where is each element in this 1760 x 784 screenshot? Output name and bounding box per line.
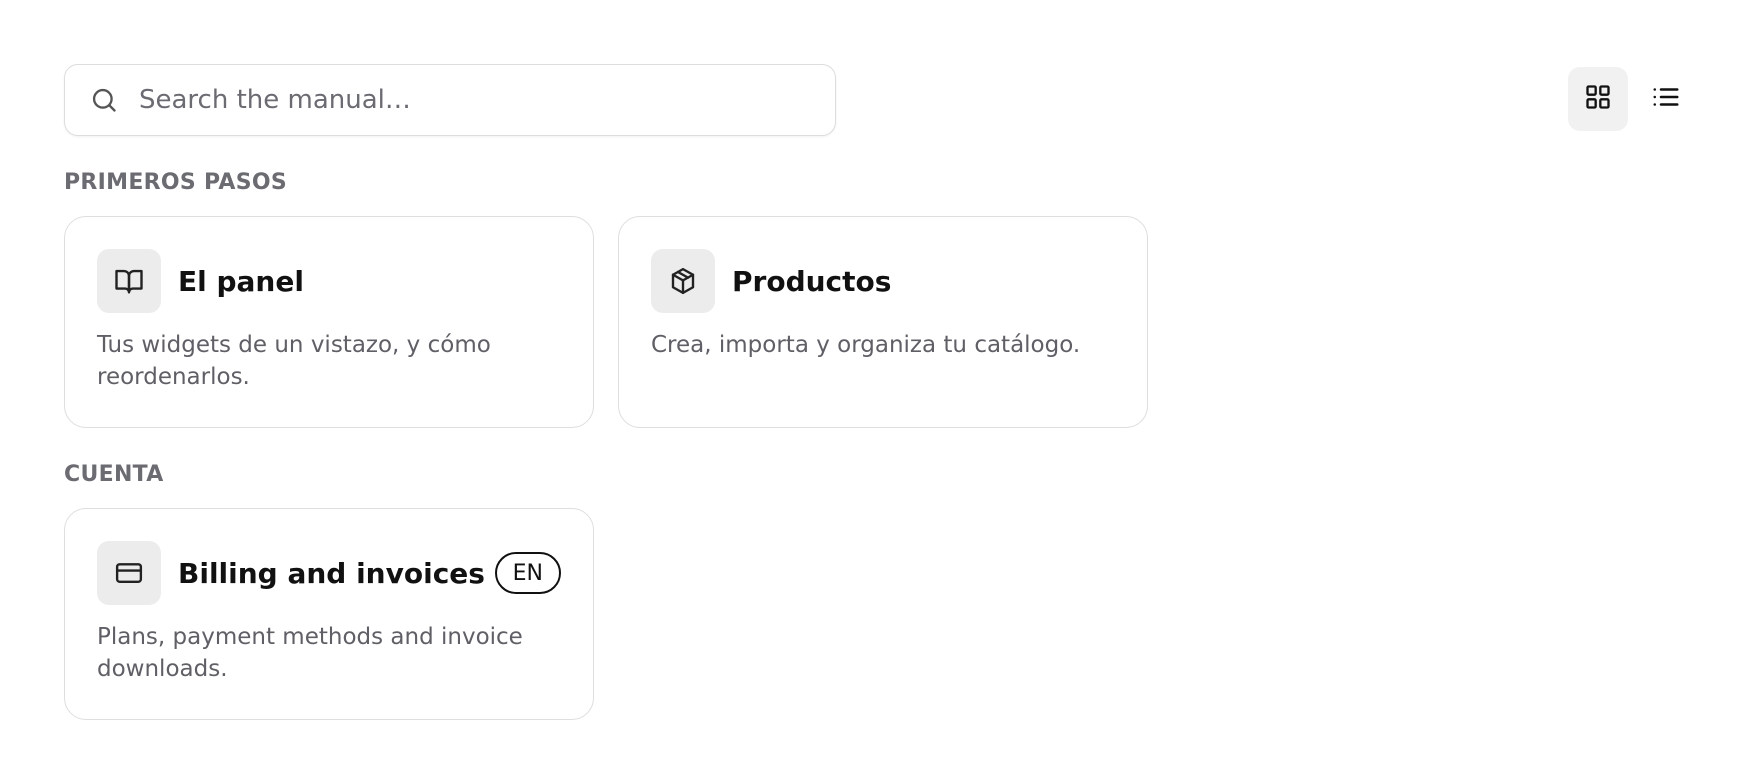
section-title-primeros-pasos: PRIMEROS PASOS bbox=[64, 170, 288, 195]
card-description: Tus widgets de un vistazo, y cómo reorde… bbox=[97, 332, 491, 390]
card-header: El panel bbox=[97, 249, 561, 313]
card-description: Plans, payment methods and invoice downl… bbox=[97, 624, 523, 682]
book-icon bbox=[97, 249, 161, 313]
card-header: Billing and invoices EN bbox=[97, 541, 561, 605]
credit-card-icon bbox=[97, 541, 161, 605]
view-toggle bbox=[1568, 67, 1696, 131]
list-view-button[interactable] bbox=[1636, 67, 1696, 131]
manual-page: PRIMEROS PASOS El panel Tus widgets de u… bbox=[0, 0, 1760, 784]
list-icon bbox=[1651, 82, 1681, 116]
card-billing-and-invoices[interactable]: Billing and invoices EN Plans, payment m… bbox=[64, 508, 594, 720]
search-icon bbox=[89, 85, 119, 115]
card-title: El panel bbox=[178, 264, 304, 298]
card-el-panel[interactable]: El panel Tus widgets de un vistazo, y có… bbox=[64, 216, 594, 428]
grid-icon bbox=[1584, 83, 1612, 115]
search-box[interactable] bbox=[64, 64, 836, 136]
card-title: Billing and invoices bbox=[178, 556, 485, 590]
card-description: Crea, importa y organiza tu catálogo. bbox=[651, 332, 1081, 358]
toolbar bbox=[64, 64, 1696, 136]
card-productos[interactable]: Productos Crea, importa y organiza tu ca… bbox=[618, 216, 1148, 428]
card-header: Productos bbox=[651, 249, 1115, 313]
language-badge: EN bbox=[494, 552, 561, 594]
card-title: Productos bbox=[732, 264, 892, 298]
grid-view-button[interactable] bbox=[1568, 67, 1628, 131]
section-title-cuenta: CUENTA bbox=[64, 462, 164, 487]
search-input[interactable] bbox=[139, 85, 819, 115]
box-icon bbox=[651, 249, 715, 313]
